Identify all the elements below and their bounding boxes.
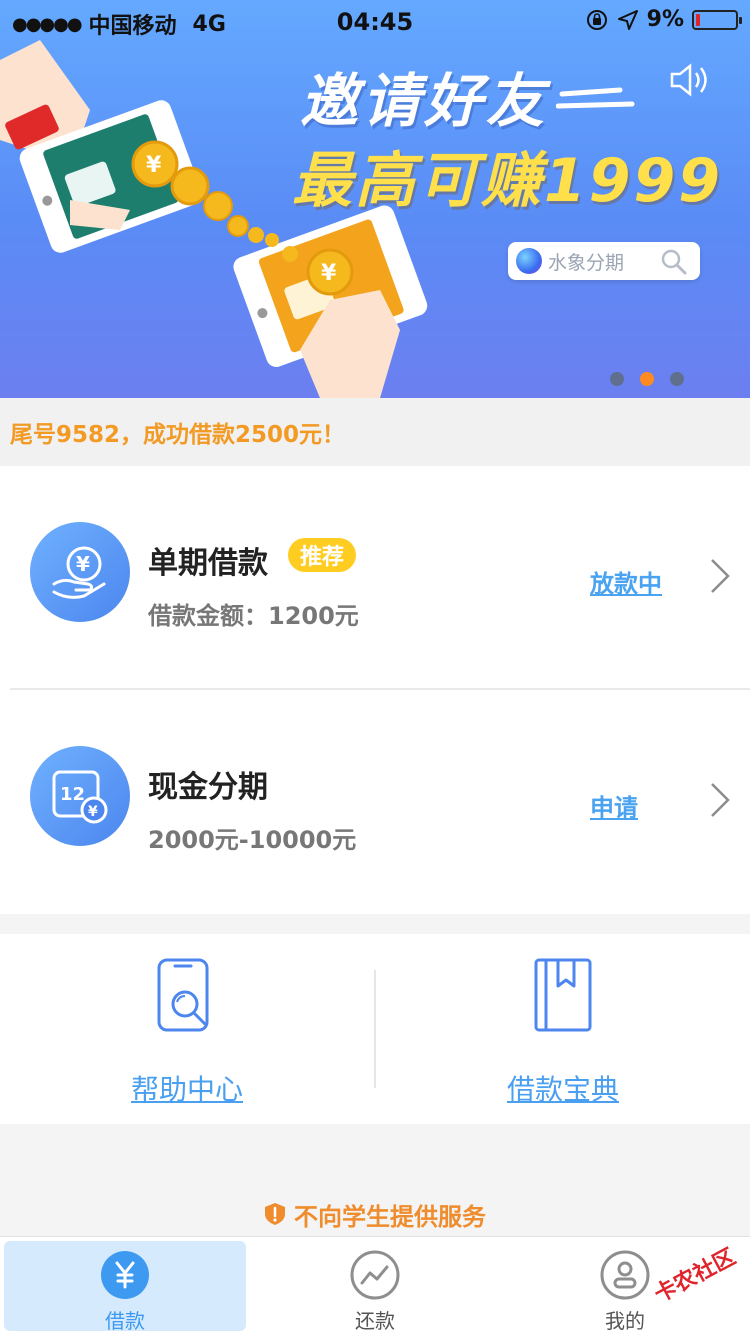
search-icon bbox=[661, 249, 687, 275]
apply-link[interactable]: 申请 bbox=[590, 788, 638, 823]
trend-icon bbox=[350, 1250, 400, 1300]
calendar-yuan-icon: 12 ¥ bbox=[30, 746, 130, 846]
carousel-dots[interactable] bbox=[610, 372, 684, 386]
tab-repay[interactable]: 还款 bbox=[254, 1241, 496, 1333]
user-icon bbox=[600, 1250, 650, 1300]
help-center-label[interactable]: 帮助中心 bbox=[0, 1068, 374, 1108]
loan-title: 单期借款 bbox=[148, 546, 268, 581]
recommend-badge: 推荐 bbox=[288, 538, 357, 572]
location-icon bbox=[617, 9, 638, 30]
svg-text:12: 12 bbox=[60, 784, 85, 805]
loan-notice-marquee: 尾号9582，成功借款2500元！ bbox=[0, 398, 750, 466]
help-center-link[interactable]: 帮助中心 bbox=[0, 934, 374, 1124]
chevron-right-icon[interactable] bbox=[708, 558, 732, 594]
loan-amount: 借款金额：1200元 bbox=[148, 602, 359, 630]
student-notice: 不向学生提供服务 bbox=[0, 1192, 750, 1236]
battery-percent: 9% bbox=[646, 7, 684, 32]
yuan-icon bbox=[101, 1251, 149, 1299]
loan-guide-label[interactable]: 借款宝典 bbox=[376, 1068, 750, 1108]
banner-search-brand: 水象分期 bbox=[548, 251, 625, 274]
shield-icon bbox=[265, 1203, 285, 1225]
svg-text:¥: ¥ bbox=[146, 153, 162, 178]
chevron-right-icon[interactable] bbox=[708, 782, 732, 818]
battery-icon bbox=[692, 9, 742, 30]
loan-item-single[interactable]: ¥ 单期借款 推荐 借款金额：1200元 放款中 bbox=[0, 466, 750, 690]
loan-status-link[interactable]: 放款中 bbox=[590, 564, 662, 599]
svg-text:¥: ¥ bbox=[76, 552, 90, 576]
book-icon bbox=[534, 958, 592, 1032]
quick-links: 帮助中心 借款宝典 bbox=[0, 934, 750, 1124]
carousel-dot[interactable] bbox=[610, 372, 624, 386]
tab-borrow[interactable]: 借款 bbox=[4, 1241, 246, 1333]
loan-item-installment[interactable]: 12 ¥ 现金分期 2000元-10000元 申请 bbox=[0, 690, 750, 914]
loan-product-list: ¥ 单期借款 推荐 借款金额：1200元 放款中 12 ¥ 现金分期 2000元… bbox=[0, 466, 750, 914]
carousel-dot[interactable] bbox=[670, 372, 684, 386]
status-bar: ●●●●● 中国移动 4G 04:45 9% bbox=[0, 0, 750, 40]
tab-label: 借款 bbox=[105, 1309, 145, 1333]
loan-title: 现金分期 bbox=[148, 770, 268, 805]
student-notice-text: 不向学生提供服务 bbox=[294, 1202, 486, 1231]
banner-title: 邀请好友 bbox=[300, 67, 549, 135]
tab-bar: 借款 还款 我的 bbox=[0, 1236, 750, 1334]
banner-search-box: 水象分期 bbox=[508, 242, 700, 280]
loan-range: 2000元-10000元 bbox=[148, 826, 357, 854]
carousel-dot-active[interactable] bbox=[640, 372, 654, 386]
app-screen: ¥ ¥ 邀请好友 最高可赚1999 水象分期 ●●●●● 中国移动 4G 04:… bbox=[0, 0, 750, 1334]
hand-yuan-icon: ¥ bbox=[30, 522, 130, 622]
status-bar-right: 9% bbox=[585, 7, 742, 32]
promo-banner[interactable]: ¥ ¥ 邀请好友 最高可赚1999 水象分期 bbox=[0, 0, 750, 398]
phone-search-icon bbox=[157, 958, 209, 1032]
svg-text:¥: ¥ bbox=[88, 804, 98, 820]
banner-subtitle: 最高可赚1999 bbox=[292, 146, 723, 216]
battery-level bbox=[696, 13, 700, 26]
tab-label: 还款 bbox=[355, 1309, 395, 1333]
speaker-icon[interactable] bbox=[668, 60, 712, 100]
rotation-lock-icon bbox=[586, 9, 607, 30]
banner-lines-decoration bbox=[556, 87, 635, 109]
loan-guide-link[interactable]: 借款宝典 bbox=[376, 934, 750, 1124]
brand-logo-icon bbox=[516, 248, 542, 274]
tab-label: 我的 bbox=[605, 1309, 645, 1333]
svg-text:¥: ¥ bbox=[321, 261, 337, 286]
